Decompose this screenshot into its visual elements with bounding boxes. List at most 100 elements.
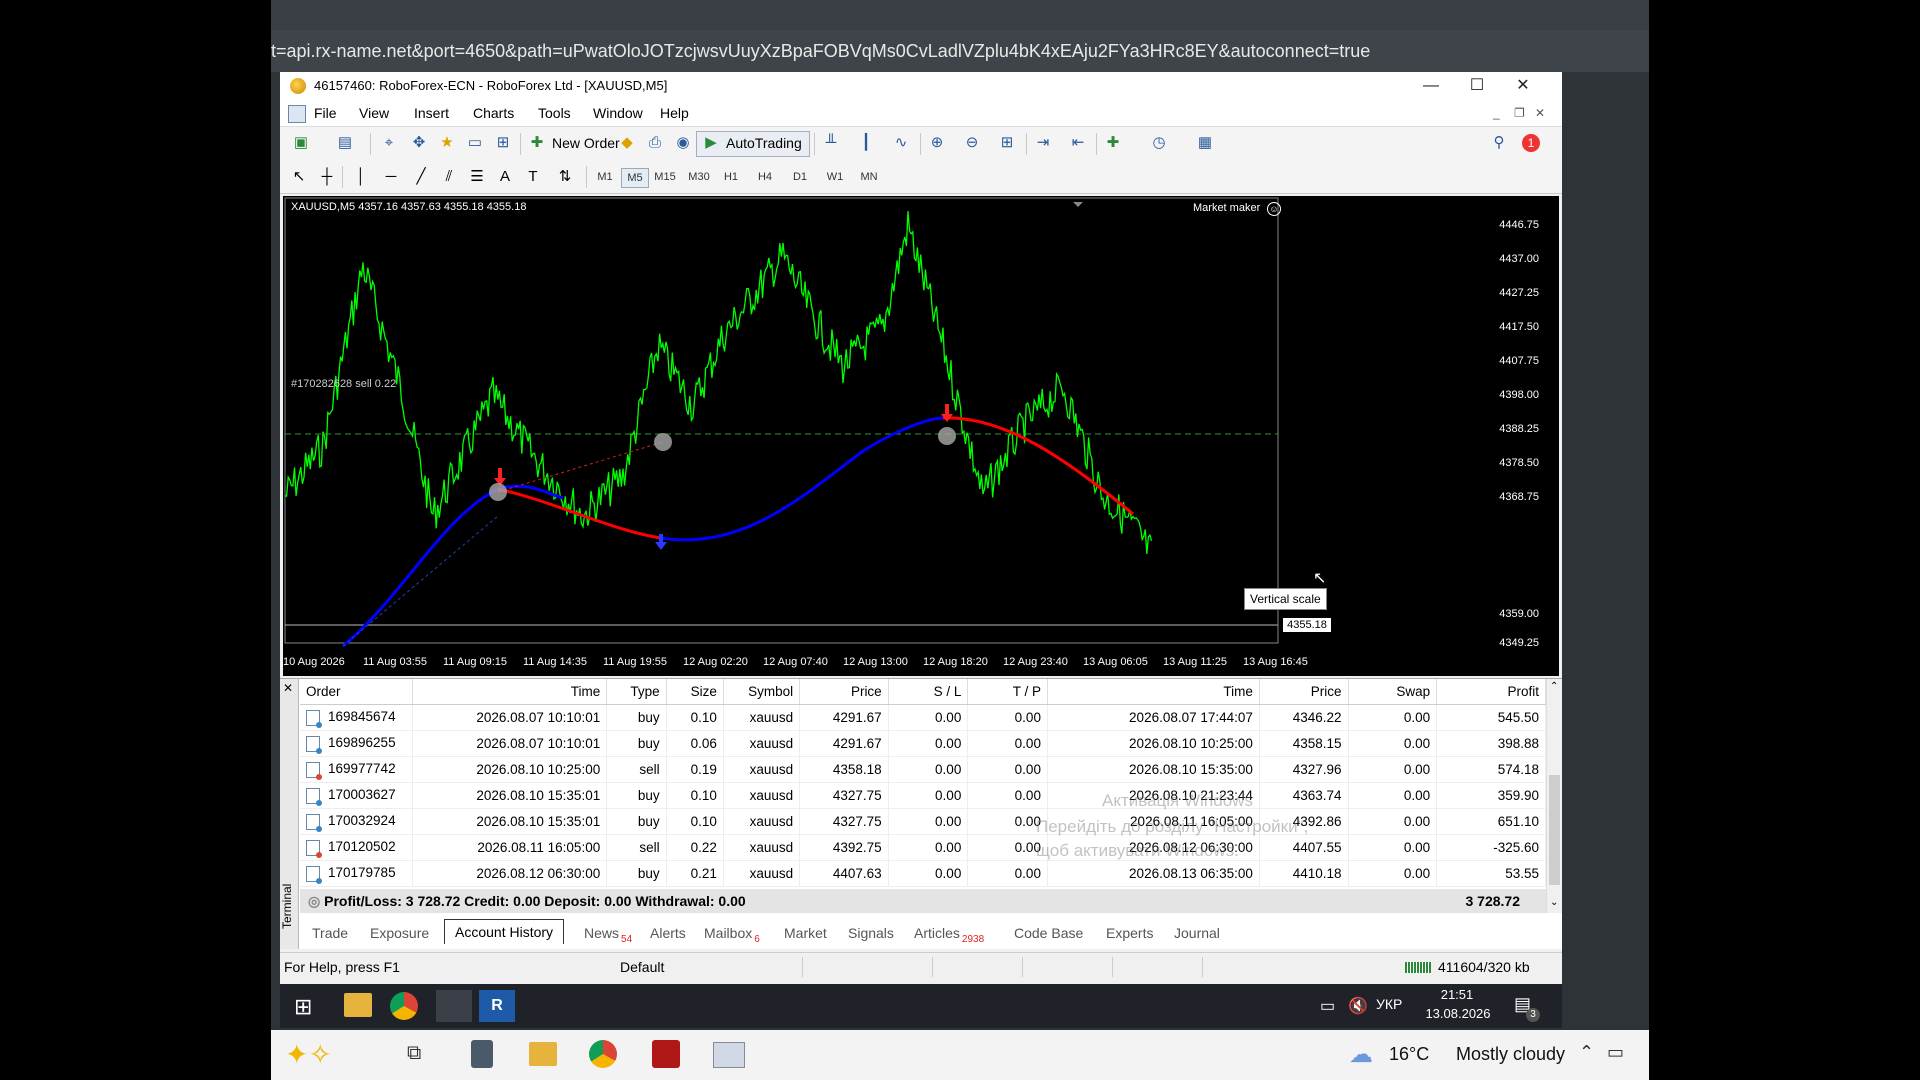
data-window-icon[interactable]: ✥: [408, 132, 430, 154]
line-chart-icon[interactable]: ∿: [890, 132, 912, 154]
indicators-icon[interactable]: ✚: [1102, 132, 1124, 154]
timeframe-w1[interactable]: W1: [822, 168, 848, 186]
tab-mailbox[interactable]: Mailbox 6: [704, 921, 760, 945]
maximize-button[interactable]: ☐: [1454, 72, 1500, 100]
minimize-button[interactable]: —: [1408, 72, 1454, 100]
col-sl[interactable]: S / L: [888, 679, 969, 705]
tray-chevron-icon[interactable]: ⌃: [1579, 1042, 1594, 1063]
table-row[interactable]: 169896255 2026.08.07 10:10:01 buy 0.06 xauus…: [300, 730, 1546, 757]
notification-badge[interactable]: 1: [1522, 134, 1540, 152]
channel-icon[interactable]: ⫽: [438, 166, 460, 188]
calculator-icon[interactable]: [471, 1040, 493, 1068]
tab-signals[interactable]: Signals: [848, 921, 894, 945]
host-chrome-icon[interactable]: [589, 1040, 617, 1068]
task-view-icon[interactable]: ⧉: [407, 1042, 421, 1065]
metaeditor-icon[interactable]: ◆: [616, 132, 638, 154]
menu-file[interactable]: File: [314, 100, 337, 126]
table-row[interactable]: 169845674 2026.08.07 10:10:01 buy 0.10 xauus…: [300, 704, 1546, 731]
col-profit[interactable]: Profit: [1436, 679, 1546, 705]
bar-chart-icon[interactable]: ╨: [820, 132, 842, 154]
mdi-close-icon[interactable]: ✕: [1535, 100, 1545, 126]
close-button[interactable]: ✕: [1500, 72, 1546, 100]
col-symbol[interactable]: Symbol: [723, 679, 801, 705]
remote-desktop-icon[interactable]: [713, 1042, 745, 1068]
text-icon[interactable]: A: [494, 166, 516, 188]
url-bar[interactable]: t=api.rx-name.net&port=4650&path=uPwatOl…: [271, 30, 1649, 72]
file-explorer-icon[interactable]: [344, 993, 372, 1017]
trendline-icon[interactable]: ╱: [410, 166, 432, 188]
remote-app-icon[interactable]: [652, 1040, 680, 1068]
menu-view[interactable]: View: [359, 100, 389, 126]
strategy-tester-icon[interactable]: ⊞: [492, 132, 514, 154]
candlestick-icon[interactable]: ┃: [855, 132, 877, 154]
timeframe-d1[interactable]: D1: [787, 168, 813, 186]
chart-shift-icon[interactable]: ⇥: [1032, 132, 1054, 154]
mdi-minimize-icon[interactable]: _: [1493, 100, 1500, 126]
new-chart-icon[interactable]: ▣: [290, 132, 312, 154]
horizontal-line-icon[interactable]: ─: [380, 166, 402, 188]
col-close-price[interactable]: Price: [1259, 679, 1349, 705]
tab-account-history[interactable]: Account History: [444, 919, 565, 944]
timeframe-m30[interactable]: M30: [684, 168, 714, 186]
tab-news[interactable]: News 54: [584, 921, 632, 945]
new-order-icon[interactable]: ✚: [526, 132, 548, 154]
table-row[interactable]: 170032924 2026.08.10 15:35:01 buy 0.10 xauus…: [300, 808, 1546, 835]
status-profile[interactable]: Default: [620, 953, 664, 981]
metatrader-icon[interactable]: [436, 990, 472, 1022]
terminal-close-icon[interactable]: ✕: [283, 681, 293, 695]
timeframe-mn[interactable]: MN: [856, 168, 882, 186]
navigator-icon[interactable]: ★: [436, 132, 458, 154]
timeframe-m15[interactable]: M15: [650, 168, 680, 186]
table-row[interactable]: 170179785 2026.08.12 06:30:00 buy 0.21 xauus…: [300, 860, 1546, 887]
menu-insert[interactable]: Insert: [414, 100, 449, 126]
vertical-line-icon[interactable]: │: [350, 166, 372, 188]
profiles-icon[interactable]: ▤: [334, 132, 356, 154]
col-time[interactable]: Time: [412, 679, 608, 705]
menu-tools[interactable]: Tools: [538, 100, 571, 126]
col-size[interactable]: Size: [666, 679, 724, 705]
timeframe-m1[interactable]: M1: [592, 168, 618, 186]
zoom-out-icon[interactable]: ⊖: [961, 132, 983, 154]
table-row[interactable]: 170120502 2026.08.11 16:05:00 sell 0.22 xauu…: [300, 834, 1546, 861]
timeframe-h4[interactable]: H4: [752, 168, 778, 186]
cursor-icon[interactable]: ↖: [288, 166, 310, 188]
menu-charts[interactable]: Charts: [473, 100, 514, 126]
clock-time[interactable]: 21:51: [1430, 987, 1484, 1002]
new-order-button[interactable]: New Order: [552, 131, 620, 155]
scroll-thumb[interactable]: [1549, 775, 1560, 885]
tab-exposure[interactable]: Exposure: [370, 921, 429, 945]
mdi-restore-icon[interactable]: ❐: [1514, 100, 1525, 126]
chrome-icon[interactable]: [390, 992, 418, 1020]
network-icon[interactable]: ▭: [1320, 996, 1335, 1016]
signal-icon[interactable]: ◉: [672, 132, 694, 154]
host-network-icon[interactable]: ▭: [1607, 1042, 1624, 1063]
periods-icon[interactable]: ◷: [1148, 132, 1170, 154]
price-chart[interactable]: XAUUSD,M5 4357.16 4357.63 4355.18 4355.1…: [283, 196, 1559, 676]
tile-windows-icon[interactable]: ⊞: [996, 132, 1018, 154]
roboforex-icon[interactable]: R: [479, 990, 515, 1022]
menu-help[interactable]: Help: [660, 100, 689, 126]
language-indicator[interactable]: УКР: [1376, 996, 1402, 1012]
table-row[interactable]: 170003627 2026.08.10 15:35:01 buy 0.10 xauus…: [300, 782, 1546, 809]
clock-date[interactable]: 13.08.2026: [1422, 1006, 1494, 1021]
zoom-in-icon[interactable]: ⊕: [926, 132, 948, 154]
col-price[interactable]: Price: [799, 679, 889, 705]
col-type[interactable]: Type: [606, 679, 667, 705]
tab-market[interactable]: Market: [784, 921, 827, 945]
copilot-sparkle-icon[interactable]: ✦✧: [285, 1038, 332, 1071]
host-explorer-icon[interactable]: [529, 1042, 557, 1066]
fibonacci-icon[interactable]: ☰: [466, 166, 488, 188]
col-close-time[interactable]: Time: [1047, 679, 1260, 705]
table-row[interactable]: 169977742 2026.08.10 10:25:00 sell 0.19 xauu…: [300, 756, 1546, 783]
col-swap[interactable]: Swap: [1348, 679, 1438, 705]
windows-start-icon[interactable]: ⊞: [294, 994, 312, 1020]
crosshair-icon[interactable]: ┼: [316, 166, 338, 188]
col-order[interactable]: Order: [300, 679, 414, 705]
weather-temp[interactable]: 16°C: [1389, 1044, 1429, 1065]
market-watch-icon[interactable]: ⌖: [378, 132, 400, 154]
tab-experts[interactable]: Experts: [1106, 921, 1153, 945]
print-icon[interactable]: ⎙: [644, 132, 666, 154]
tab-trade[interactable]: Trade: [312, 921, 348, 945]
tab-journal[interactable]: Journal: [1174, 921, 1220, 945]
scroll-up-icon[interactable]: ⌃: [1550, 681, 1558, 692]
